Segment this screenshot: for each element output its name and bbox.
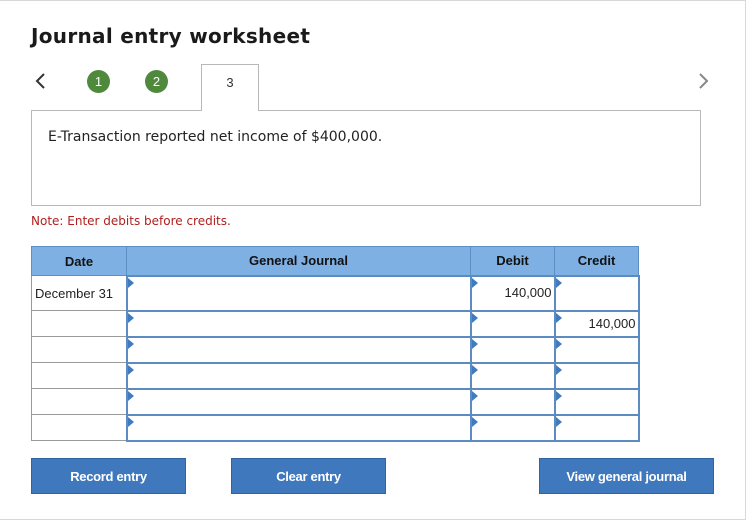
header-debit: Debit [470, 246, 555, 276]
table-header-row: Date General Journal Debit Credit [31, 246, 639, 276]
flag-icon [471, 338, 478, 349]
view-general-journal-button[interactable]: View general journal [539, 458, 714, 494]
table-row: 140,000 [31, 309, 640, 338]
credit-field[interactable] [553, 413, 640, 442]
flag-icon [555, 277, 562, 288]
header-credit: Credit [554, 246, 639, 276]
date-cell[interactable] [31, 414, 127, 441]
flag-icon [471, 312, 478, 323]
note-text: Note: Enter debits before credits. [31, 214, 231, 228]
step-3-tab[interactable]: 3 [201, 64, 259, 111]
flag-icon [471, 364, 478, 375]
account-field[interactable] [125, 413, 472, 442]
date-cell[interactable] [31, 336, 127, 363]
credit-field[interactable] [553, 387, 640, 416]
account-field[interactable] [125, 274, 472, 312]
flag-icon [555, 416, 562, 427]
flag-icon [555, 338, 562, 349]
date-cell[interactable]: December 31 [31, 275, 127, 311]
credit-field[interactable] [553, 361, 640, 390]
flag-icon [127, 338, 134, 349]
transaction-description-box: E-Transaction reported net income of $40… [31, 110, 701, 206]
flag-icon [127, 364, 134, 375]
account-field[interactable] [125, 335, 472, 364]
chevron-right-icon[interactable] [694, 68, 714, 94]
flag-icon [471, 416, 478, 427]
credit-field[interactable] [553, 335, 640, 364]
transaction-description: E-Transaction reported net income of $40… [48, 129, 383, 145]
journal-table: Date General Journal Debit Credit Decemb… [31, 246, 640, 442]
flag-icon [555, 312, 562, 323]
flag-icon [555, 390, 562, 401]
table-row [31, 361, 640, 390]
account-field[interactable] [125, 361, 472, 390]
flag-icon [127, 416, 134, 427]
step-2-button[interactable]: 2 [145, 70, 168, 93]
flag-icon [471, 277, 478, 288]
table-row [31, 413, 640, 442]
date-cell[interactable] [31, 388, 127, 415]
table-row [31, 387, 640, 416]
table-row: December 31 140,000 [31, 274, 640, 312]
credit-field[interactable] [553, 274, 640, 312]
date-cell[interactable] [31, 310, 127, 337]
debit-field[interactable] [469, 361, 556, 390]
flag-icon [127, 312, 134, 323]
debit-field[interactable] [469, 413, 556, 442]
page-title: Journal entry worksheet [31, 24, 311, 48]
record-entry-button[interactable]: Record entry [31, 458, 186, 494]
flag-icon [471, 390, 478, 401]
flag-icon [127, 277, 134, 288]
clear-entry-button[interactable]: Clear entry [231, 458, 386, 494]
debit-field[interactable] [469, 309, 556, 338]
debit-field[interactable] [469, 387, 556, 416]
flag-icon [127, 390, 134, 401]
debit-value: 140,000 [504, 284, 552, 300]
header-date: Date [31, 246, 127, 276]
credit-value: 140,000 [588, 316, 636, 331]
debit-field[interactable] [469, 335, 556, 364]
account-field[interactable] [125, 387, 472, 416]
credit-field[interactable]: 140,000 [553, 309, 640, 338]
flag-icon [555, 364, 562, 375]
header-general-journal: General Journal [126, 246, 471, 276]
account-field[interactable] [125, 309, 472, 338]
date-cell[interactable] [31, 362, 127, 389]
chevron-left-icon[interactable] [30, 68, 50, 94]
step-1-button[interactable]: 1 [87, 70, 110, 93]
table-row [31, 335, 640, 364]
debit-field[interactable]: 140,000 [469, 274, 556, 312]
